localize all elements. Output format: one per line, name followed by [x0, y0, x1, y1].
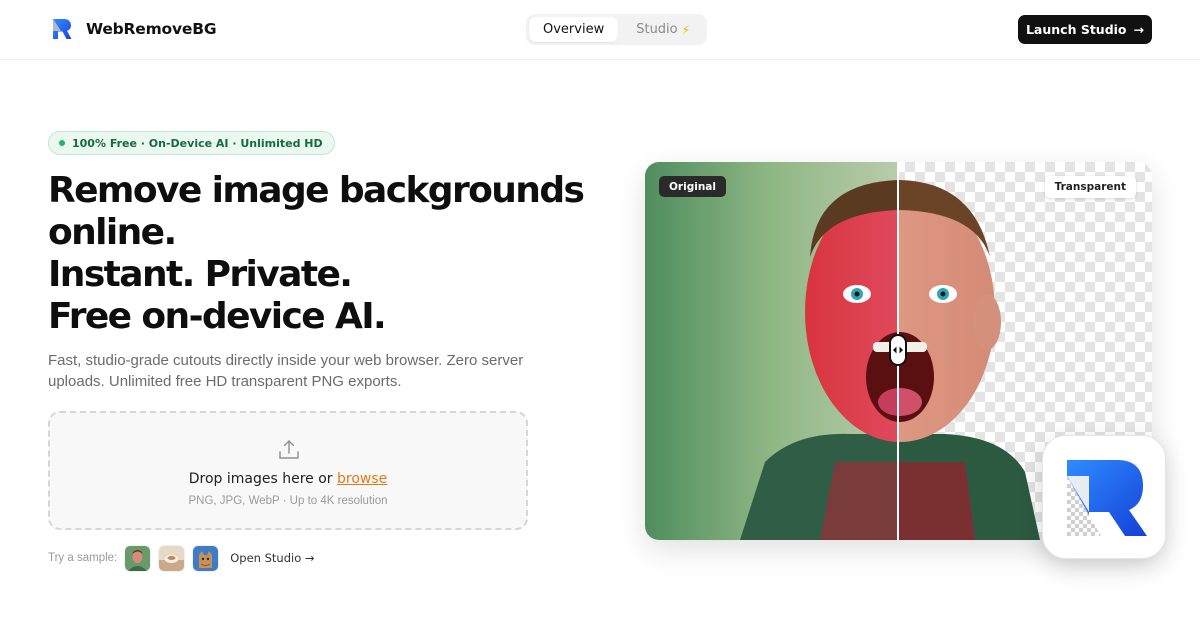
compare-slider-handle[interactable] — [889, 334, 907, 366]
sample-row: Try a sample: Open Studio → — [48, 545, 315, 571]
tab-overview-label: Overview — [543, 22, 605, 37]
upload-icon — [279, 440, 299, 459]
transparent-label: Transparent — [1044, 176, 1136, 198]
launch-studio-label: Launch Studio — [1025, 22, 1127, 37]
status-dot-icon — [59, 140, 65, 146]
drag-arrows-icon — [893, 346, 903, 354]
brand[interactable]: WebRemoveBG — [50, 17, 217, 41]
headline-line-3: Instant. Private. — [48, 254, 353, 295]
browse-link[interactable]: browse — [337, 471, 387, 487]
headline-line-4: Free on-device AI. — [48, 296, 387, 337]
app-logo-tile — [1042, 435, 1166, 559]
tab-studio-label: Studio — [636, 22, 678, 37]
app-logo-icon — [1067, 460, 1147, 536]
image-dropzone[interactable]: Drop images here or browse PNG, JPG, Web… — [48, 411, 528, 530]
page-title: Remove image backgrounds online. Instant… — [48, 170, 588, 338]
tab-overview[interactable]: Overview — [529, 17, 619, 42]
sample-product-thumb[interactable] — [159, 545, 185, 571]
hero-subtext: Fast, studio-grade cutouts directly insi… — [48, 352, 524, 390]
open-studio-link[interactable]: Open Studio → — [230, 551, 314, 565]
feature-badge: 100% Free · On-Device AI · Unlimited HD — [48, 131, 335, 155]
dropzone-title-text: Drop images here or — [188, 471, 333, 487]
bolt-icon: ⚡ — [681, 22, 691, 37]
dropzone-subtitle: PNG, JPG, WebP · Up to 4K resolution — [188, 495, 388, 507]
launch-studio-button[interactable]: Launch Studio → — [1018, 15, 1152, 44]
arrow-right-icon: → — [1133, 22, 1145, 37]
sample-cat-thumb[interactable] — [193, 545, 219, 571]
top-navbar: WebRemoveBG Overview Studio ⚡ Launch Stu… — [0, 0, 1200, 60]
dropzone-title: Drop images here or browse — [50, 471, 526, 487]
brand-name: WebRemoveBG — [86, 20, 217, 38]
feature-badge-text: 100% Free · On-Device AI · Unlimited HD — [72, 136, 323, 150]
headline-line-2: online. — [48, 212, 177, 253]
nav-tabs: Overview Studio ⚡ — [526, 14, 708, 45]
headline-line-1: Remove image backgrounds — [48, 170, 585, 211]
brand-logo-icon — [53, 19, 72, 39]
samples-label: Try a sample: — [48, 552, 118, 564]
tab-studio[interactable]: Studio ⚡ — [622, 17, 704, 42]
original-label: Original — [659, 176, 726, 197]
sample-portrait-thumb[interactable] — [125, 545, 151, 571]
